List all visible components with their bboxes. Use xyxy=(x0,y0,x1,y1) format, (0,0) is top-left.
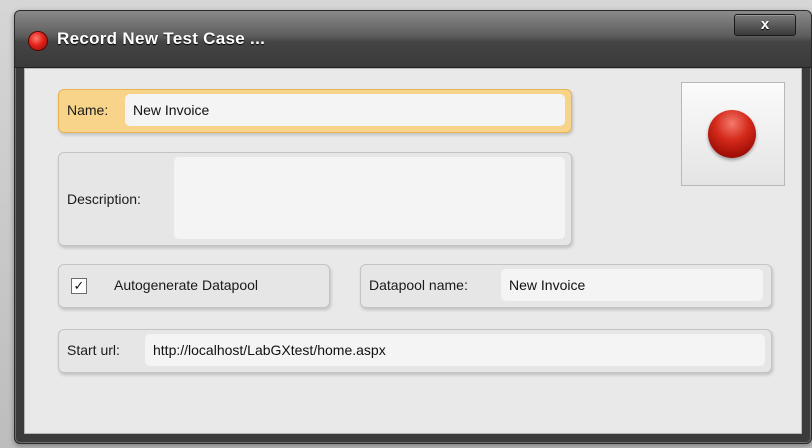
check-icon: ✓ xyxy=(73,278,85,293)
autogenerate-label: Autogenerate Datapool xyxy=(114,277,258,293)
dialog-body: Name: New Invoice Description: ✓ Autogen… xyxy=(24,68,802,434)
start-url-label: Start url: xyxy=(67,342,120,358)
name-input[interactable]: New Invoice xyxy=(125,94,565,126)
record-button[interactable] xyxy=(681,82,785,186)
datapool-name-input[interactable]: New Invoice xyxy=(501,269,763,301)
record-dialog: Record New Test Case ... x Name: New Inv… xyxy=(14,10,812,444)
close-icon: x xyxy=(760,16,770,33)
close-button[interactable]: x xyxy=(734,14,796,36)
start-url-field-group: Start url: http://localhost/LabGXtest/ho… xyxy=(58,329,772,373)
title-bar[interactable]: Record New Test Case ... x xyxy=(15,11,811,68)
description-label: Description: xyxy=(67,191,141,207)
name-field-group: Name: New Invoice xyxy=(58,89,572,133)
datapool-name-field-group: Datapool name: New Invoice xyxy=(360,264,772,308)
name-label: Name: xyxy=(67,102,109,118)
datapool-name-label: Datapool name: xyxy=(369,277,468,293)
red-dot-icon xyxy=(29,32,47,50)
start-url-input[interactable]: http://localhost/LabGXtest/home.aspx xyxy=(145,334,765,366)
dialog-title: Record New Test Case ... xyxy=(57,29,266,48)
autogenerate-datapool-toggle[interactable]: ✓ Autogenerate Datapool xyxy=(58,264,330,308)
description-input[interactable] xyxy=(174,157,565,239)
record-icon xyxy=(708,110,756,158)
autogenerate-checkbox[interactable]: ✓ xyxy=(71,278,87,294)
description-field-group: Description: xyxy=(58,152,572,246)
